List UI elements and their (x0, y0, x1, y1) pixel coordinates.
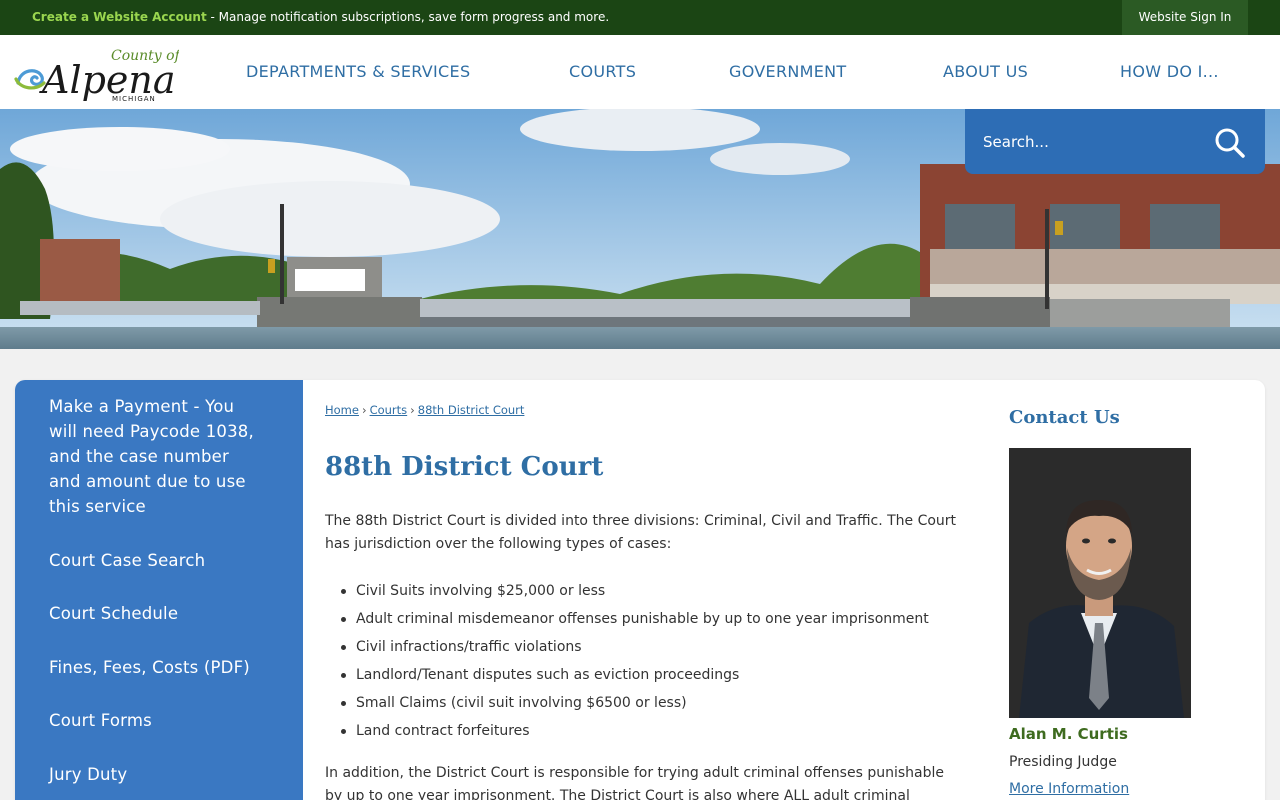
sidebar-item-fines-fees-costs[interactable]: Fines, Fees, Costs (PDF) (49, 655, 264, 680)
breadcrumb: Home › Courts › 88th District Court (325, 403, 524, 417)
more-information-link[interactable]: More Information (1009, 781, 1129, 797)
list-item: Civil Suits involving $25,000 or less (341, 577, 976, 605)
site-header: County of Alpena MICHIGAN DEPARTMENTS & … (0, 35, 1280, 109)
breadcrumb-88th-district-court[interactable]: 88th District Court (418, 403, 525, 417)
sidebar-item-court-forms[interactable]: Court Forms (49, 708, 264, 733)
list-item: Small Claims (civil suit involving $6500… (341, 689, 976, 717)
list-item: Adult criminal misdemeanor offenses puni… (341, 605, 976, 633)
logo-swirl-icon: County of Alpena MICHIGAN (14, 48, 183, 103)
create-account-link[interactable]: Create a Website Account (32, 10, 207, 24)
search-input[interactable] (983, 127, 1203, 157)
breadcrumb-separator: › (361, 403, 367, 417)
county-logo[interactable]: County of Alpena MICHIGAN (14, 41, 183, 105)
page-title: 88th District Court (325, 452, 604, 482)
list-item: Land contract forfeitures (341, 717, 976, 745)
intro-paragraph: The 88th District Court is divided into … (325, 513, 957, 552)
additional-info-paragraph: In addition, the District Court is respo… (325, 765, 944, 800)
content-card: Make a Payment - You will need Paycode 1… (15, 380, 1265, 800)
list-item: Civil infractions/traffic violations (341, 633, 976, 661)
nav-departments-services[interactable]: DEPARTMENTS & SERVICES (246, 62, 470, 81)
breadcrumb-separator: › (410, 403, 415, 417)
svg-text:MICHIGAN: MICHIGAN (112, 95, 156, 103)
breadcrumb-home[interactable]: Home (325, 403, 359, 417)
contact-name: Alan M. Curtis (1009, 725, 1128, 743)
nav-about-us[interactable]: ABOUT US (943, 62, 1028, 81)
site-search (965, 109, 1265, 174)
court-sidebar-menu: Make a Payment - You will need Paycode 1… (15, 380, 303, 800)
create-account-description: - Manage notification subscriptions, sav… (206, 10, 610, 24)
judge-photo (1009, 448, 1191, 718)
breadcrumb-courts[interactable]: Courts (370, 403, 408, 417)
search-icon[interactable] (1213, 126, 1247, 160)
sidebar-item-make-payment[interactable]: Make a Payment - You will need Paycode 1… (49, 394, 264, 519)
contact-role: Presiding Judge (1009, 754, 1117, 770)
list-item: Landlord/Tenant disputes such as evictio… (341, 661, 976, 689)
nav-courts[interactable]: COURTS (569, 62, 636, 81)
contact-heading: Contact Us (1009, 407, 1120, 428)
top-notification-bar: Create a Website Account - Manage notifi… (0, 0, 1280, 35)
sidebar-item-court-case-search[interactable]: Court Case Search (49, 548, 264, 573)
account-notice: Create a Website Account - Manage notifi… (32, 10, 609, 25)
sidebar-item-jury-duty[interactable]: Jury Duty (49, 762, 264, 787)
sidebar-item-court-schedule[interactable]: Court Schedule (49, 601, 264, 626)
case-types-list: Civil Suits involving $25,000 or less Ad… (341, 577, 976, 745)
nav-government[interactable]: GOVERNMENT (729, 62, 847, 81)
website-sign-in-button[interactable]: Website Sign In (1122, 0, 1248, 35)
nav-how-do-i[interactable]: HOW DO I... (1120, 62, 1219, 81)
